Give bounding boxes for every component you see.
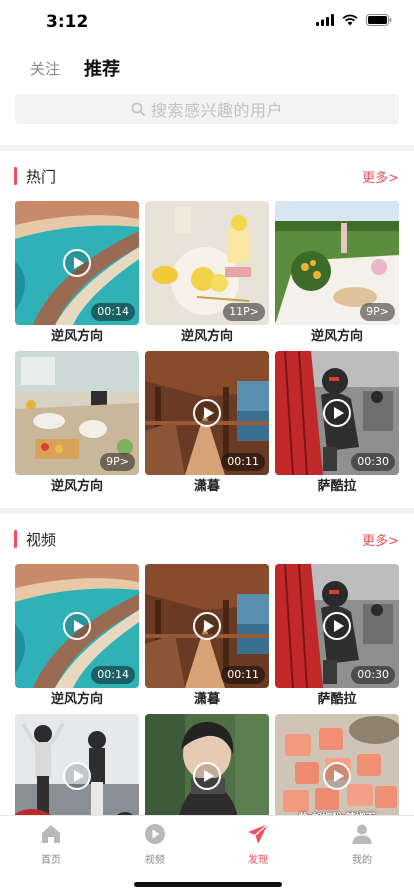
home-indicator [134, 882, 282, 887]
tile-thumbnail: 盐 胡椒粉 辣椒面 [275, 714, 399, 816]
home-icon [42, 825, 60, 843]
tab-video[interactable]: 视频 [125, 823, 185, 867]
tile-author-name: 潇暮 [193, 479, 220, 494]
status-time: 3:12 [46, 12, 89, 32]
duration-badge: 00:11 [221, 666, 265, 684]
grid-tile[interactable] [145, 714, 269, 816]
grid-tile[interactable]: 11P> 逆风方向 [145, 201, 269, 345]
top-tabs: 关注 推荐 [0, 52, 414, 86]
tile-thumbnail: 9P> [275, 201, 399, 325]
battery-icon [366, 14, 392, 26]
duration-badge: 00:30 [351, 666, 395, 684]
status-icons [316, 14, 392, 26]
more-link-hot[interactable]: 更多> [362, 167, 399, 186]
play-icon[interactable] [63, 762, 91, 790]
photo-count-badge: 9P> [100, 453, 135, 471]
play-icon[interactable] [63, 612, 91, 640]
wifi-icon [342, 14, 358, 26]
tile-author-name: 逆风方向 [180, 329, 233, 344]
paper-plane-icon [248, 823, 269, 844]
more-link-video[interactable]: 更多> [362, 530, 399, 549]
tab-recommend[interactable]: 推荐 [84, 55, 120, 81]
grid-tile[interactable]: 00:30 萨酷拉 [275, 351, 399, 495]
grid-tile[interactable]: 9P> 逆风方向 [15, 351, 139, 495]
tile-thumbnail: 00:14 [15, 201, 139, 325]
tile-thumbnail: 00:30 [275, 564, 399, 688]
search-icon [131, 102, 145, 116]
play-circle-icon [145, 824, 165, 844]
tile-thumbnail: 9P> [15, 351, 139, 475]
tile-author-name: 逆风方向 [310, 329, 363, 344]
tile-thumbnail [145, 714, 269, 816]
tile-author-name: 潇暮 [193, 692, 220, 707]
tab-home[interactable]: 首页 [21, 823, 81, 867]
duration-badge: 00:30 [351, 453, 395, 471]
tile-thumbnail: 11P> [145, 201, 269, 325]
tile-thumbnail [15, 714, 139, 816]
grid-tile[interactable]: 盐 胡椒粉 辣椒面 [275, 714, 399, 816]
search-placeholder: 搜索感兴趣的用户 [150, 101, 283, 120]
play-icon[interactable] [193, 762, 221, 790]
duration-badge: 00:11 [221, 453, 265, 471]
section-title-hot: 热门 [26, 168, 57, 186]
section-accent-bar [14, 530, 17, 548]
section-divider [0, 508, 414, 514]
tile-thumbnail: 00:11 [145, 351, 269, 475]
section-divider [0, 145, 414, 151]
play-icon[interactable] [323, 612, 351, 640]
status-bar: 3:12 [0, 0, 414, 44]
duration-badge: 00:14 [91, 303, 135, 321]
tab-follow[interactable]: 关注 [30, 58, 60, 79]
play-icon[interactable] [323, 399, 351, 427]
play-icon[interactable] [323, 762, 351, 790]
play-icon[interactable] [193, 399, 221, 427]
user-icon [352, 824, 372, 844]
duration-badge: 00:14 [91, 666, 135, 684]
tile-author-name: 萨酷拉 [317, 479, 357, 494]
tile-author-name: 萨酷拉 [317, 692, 357, 707]
grid-tile[interactable]: 00:14 逆风方向 [15, 564, 139, 708]
photo-count-badge: 9P> [360, 303, 395, 321]
photo-count-badge: 11P> [223, 303, 265, 321]
grid-tile[interactable]: 00:11 潇暮 [145, 564, 269, 708]
search-input[interactable]: 搜索感兴趣的用户 [15, 94, 399, 124]
section-header-hot: 热门 更多> [0, 165, 414, 189]
tile-author-name: 逆风方向 [50, 329, 103, 344]
tab-home-label: 首页 [41, 855, 61, 866]
tab-mine-label: 我的 [352, 855, 372, 866]
grid-tile[interactable] [15, 714, 139, 816]
play-icon[interactable] [63, 249, 91, 277]
tile-author-name: 逆风方向 [50, 692, 103, 707]
signal-icon [316, 14, 334, 26]
section-header-video: 视频 更多> [0, 528, 414, 552]
tab-mine[interactable]: 我的 [332, 823, 392, 867]
grid-tile[interactable]: 9P> 逆风方向 [275, 201, 399, 345]
grid-tile[interactable]: 00:30 萨酷拉 [275, 564, 399, 708]
tab-video-label: 视频 [145, 855, 165, 866]
tab-discover[interactable]: 发现 [228, 823, 288, 867]
play-icon[interactable] [193, 612, 221, 640]
section-accent-bar [14, 167, 17, 185]
grid-tile[interactable]: 00:14 逆风方向 [15, 201, 139, 345]
tile-thumbnail: 00:14 [15, 564, 139, 688]
tile-thumbnail: 00:30 [275, 351, 399, 475]
tile-thumbnail: 00:11 [145, 564, 269, 688]
grid-tile[interactable]: 00:11 潇暮 [145, 351, 269, 495]
tile-author-name: 逆风方向 [50, 479, 103, 494]
section-title-video: 视频 [26, 531, 57, 549]
tab-discover-label: 发现 [248, 855, 268, 866]
